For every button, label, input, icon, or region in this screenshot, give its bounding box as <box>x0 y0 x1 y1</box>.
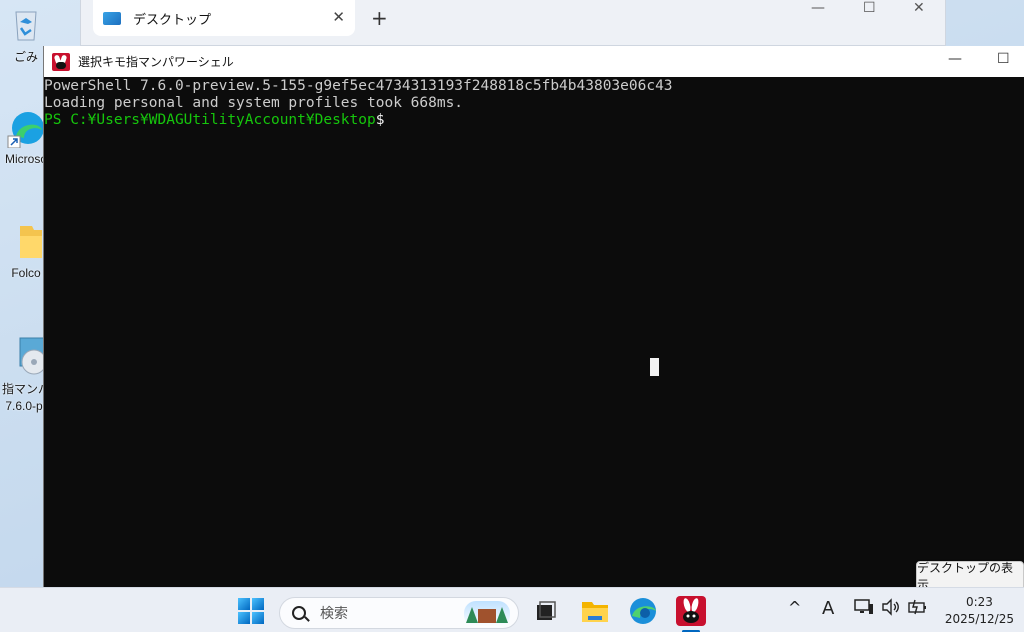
new-tab-button[interactable]: + <box>371 6 388 30</box>
explorer-close-button[interactable]: ✕ <box>913 0 925 16</box>
folder-icon <box>6 222 46 262</box>
desktop-folder-icon <box>103 11 121 25</box>
terminal-output[interactable]: PowerShell 7.6.0-preview.5-155-g9ef5ec47… <box>44 77 1024 129</box>
explorer-tab-desktop[interactable]: デスクトップ ✕ <box>93 0 355 36</box>
terminal-line: Loading personal and system profiles too… <box>44 95 464 111</box>
explorer-minimize-button[interactable]: — <box>811 0 825 16</box>
terminal-prompt-symbol: $ <box>375 112 385 128</box>
ime-mode-indicator[interactable]: A <box>822 598 834 619</box>
terminal-maximize-button[interactable]: ☐ <box>997 51 1010 67</box>
text-cursor <box>650 358 659 376</box>
battery-icon[interactable] <box>907 598 929 620</box>
search-highlight-image <box>464 601 510 627</box>
installer-disc-icon <box>6 336 47 376</box>
volume-icon[interactable] <box>881 598 901 620</box>
file-explorer-window: デスクトップ ✕ + — ☐ ✕ <box>80 0 946 46</box>
powershell-window[interactable]: 選択キモ指マンパワーシェル — ☐ PowerShell 7.6.0-previ… <box>43 46 1024 587</box>
search-icon <box>292 606 306 620</box>
terminal-prompt: PS C:¥Users¥WDAGUtilityAccount¥Desktop <box>44 112 376 128</box>
clock[interactable]: 0:23 2025/12/25 <box>945 594 1014 628</box>
terminal-titlebar[interactable]: 選択キモ指マンパワーシェル — ☐ <box>44 46 1024 77</box>
show-hidden-icons-button[interactable]: ^ <box>788 598 801 617</box>
terminal-minimize-button[interactable]: — <box>948 51 962 67</box>
network-icon[interactable] <box>854 598 874 620</box>
close-tab-icon[interactable]: ✕ <box>332 8 345 26</box>
edge-icon <box>6 108 46 149</box>
clock-date: 2025/12/25 <box>944 612 1014 626</box>
terminal-line: PowerShell 7.6.0-preview.5-155-g9ef5ec47… <box>44 78 673 94</box>
terminal-title: 選択キモ指マンパワーシェル <box>78 55 234 69</box>
clock-time: 0:23 <box>965 595 993 609</box>
powershell-app-icon[interactable] <box>676 596 706 626</box>
recycle-bin-icon <box>6 4 46 44</box>
search-placeholder: 検索 <box>320 606 348 622</box>
task-view-icon[interactable] <box>530 596 560 626</box>
file-explorer-icon[interactable] <box>580 596 610 626</box>
terminal-prompt-line: PS C:¥Users¥WDAGUtilityAccount¥Desktop$ <box>44 112 1024 129</box>
explorer-tab-label: デスクトップ <box>133 12 212 28</box>
taskbar-search-box[interactable]: 検索 <box>279 597 519 629</box>
start-icon[interactable] <box>236 596 266 626</box>
edge-icon[interactable] <box>628 596 658 626</box>
explorer-maximize-button[interactable]: ☐ <box>863 0 876 16</box>
taskbar: 検索 ^ A 0:23 2025/12/25 <box>0 587 1024 632</box>
rabbit-app-icon <box>52 52 70 71</box>
